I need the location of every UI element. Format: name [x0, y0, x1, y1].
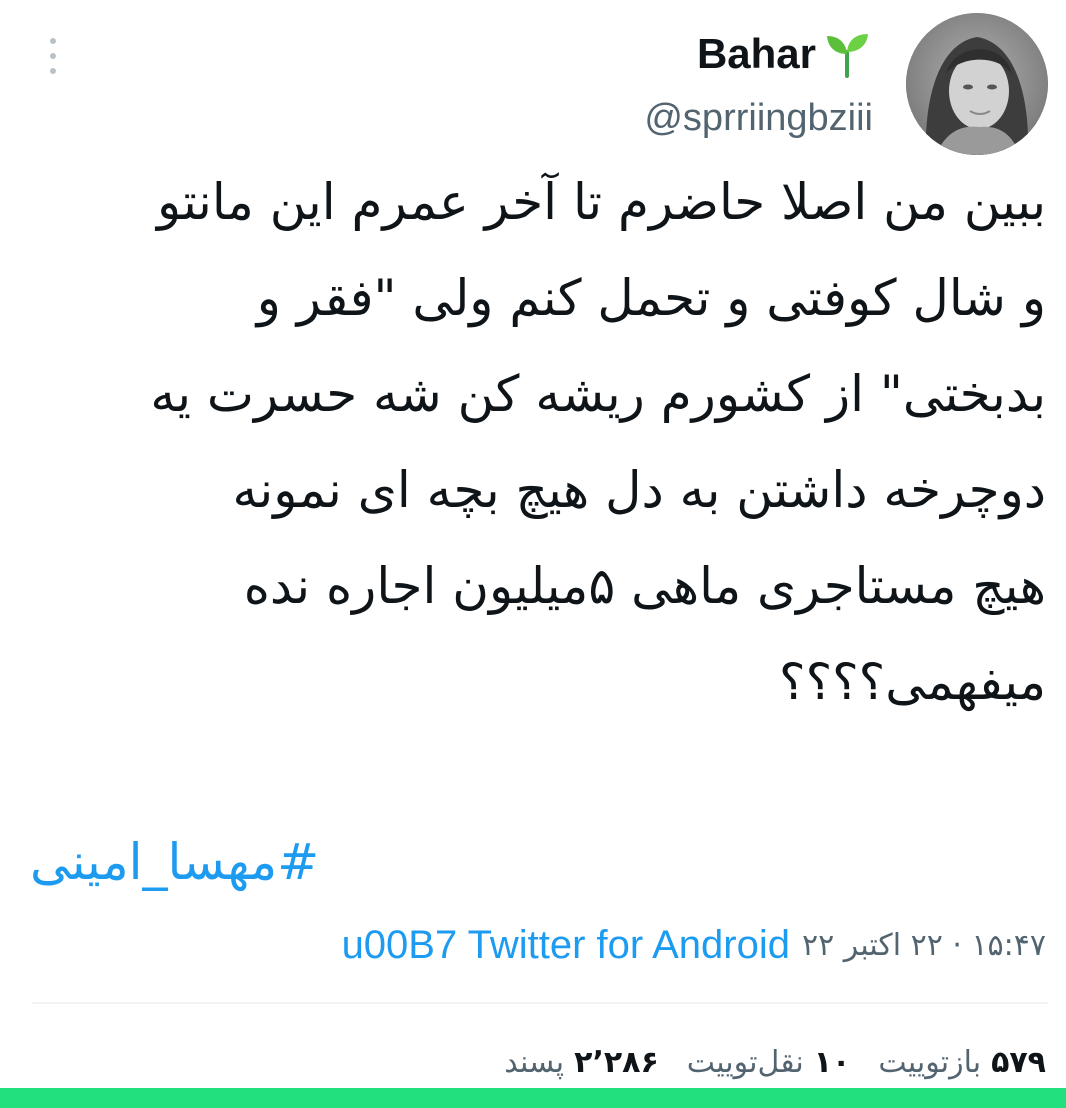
tweet-line: ببین من اصلا حاضرم تا آخر عمرم این مانتو: [156, 173, 1046, 231]
likes-label: پسند: [504, 1044, 565, 1080]
more-vertical-icon-dot: [50, 53, 56, 59]
more-vertical-icon-dot: [50, 68, 56, 74]
tweet-stats: ۵۷۹ بازتوییت ۱۰ نقل‌توییت ۲٬۲۸۶ پسند: [504, 1034, 1046, 1090]
retweets-count[interactable]: ۵۷۹ بازتوییت: [878, 1045, 1046, 1080]
tweet-datetime[interactable]: ۱۵:۴۷ · ۲۲ اکتبر ۲۲: [802, 928, 1046, 963]
tweet-text: ببین من اصلا حاضرم تا آخر عمرم این مانتو…: [28, 154, 1046, 730]
avatar-photo: [906, 13, 1048, 155]
more-options-button[interactable]: [38, 38, 68, 74]
quote-tweets-label: نقل‌توییت: [686, 1044, 804, 1080]
tweet-line: میفهمی؟؟؟؟: [779, 653, 1046, 711]
divider: [32, 1002, 1048, 1004]
source-separator: u00B7: [341, 922, 458, 967]
author-handle[interactable]: @sprriingbziii: [644, 96, 873, 142]
retweets-value: ۵۷۹: [991, 1044, 1046, 1080]
author-name-row[interactable]: Bahar: [697, 24, 870, 84]
display-name: Bahar: [696, 30, 816, 77]
tweet-line: و شال کوفتی و تحمل کنم ولی "فقر و: [256, 269, 1046, 327]
tweet-line: دوچرخه داشتن به دل هیچ بچه ای نمونه: [232, 461, 1046, 519]
quote-tweets-value: ۱۰: [813, 1044, 851, 1080]
retweets-label: بازتوییت: [878, 1044, 982, 1080]
bottom-accent-bar: [0, 1088, 1066, 1108]
likes-value: ۲٬۲۸۶: [574, 1044, 659, 1080]
tweet-meta: u00B7 Twitter for Android ۱۵:۴۷ · ۲۲ اکت…: [342, 915, 1046, 975]
tweet-line: بدبختی" از کشورم ریشه کن شه حسرت یه: [150, 365, 1046, 423]
tweet-line: هیچ مستاجری ماهی ۵میلیون اجاره نده: [243, 557, 1046, 615]
source-name: Twitter for Android: [467, 922, 790, 967]
source-link[interactable]: u00B7 Twitter for Android: [342, 923, 790, 968]
hashtag-link[interactable]: #مهسا_امینی: [30, 822, 319, 902]
quote-tweets-count[interactable]: ۱۰ نقل‌توییت: [687, 1045, 851, 1080]
likes-count[interactable]: ۲٬۲۸۶ پسند: [504, 1045, 659, 1080]
avatar[interactable]: [906, 13, 1048, 155]
seedling-icon: [827, 34, 868, 78]
more-vertical-icon: [50, 38, 56, 44]
